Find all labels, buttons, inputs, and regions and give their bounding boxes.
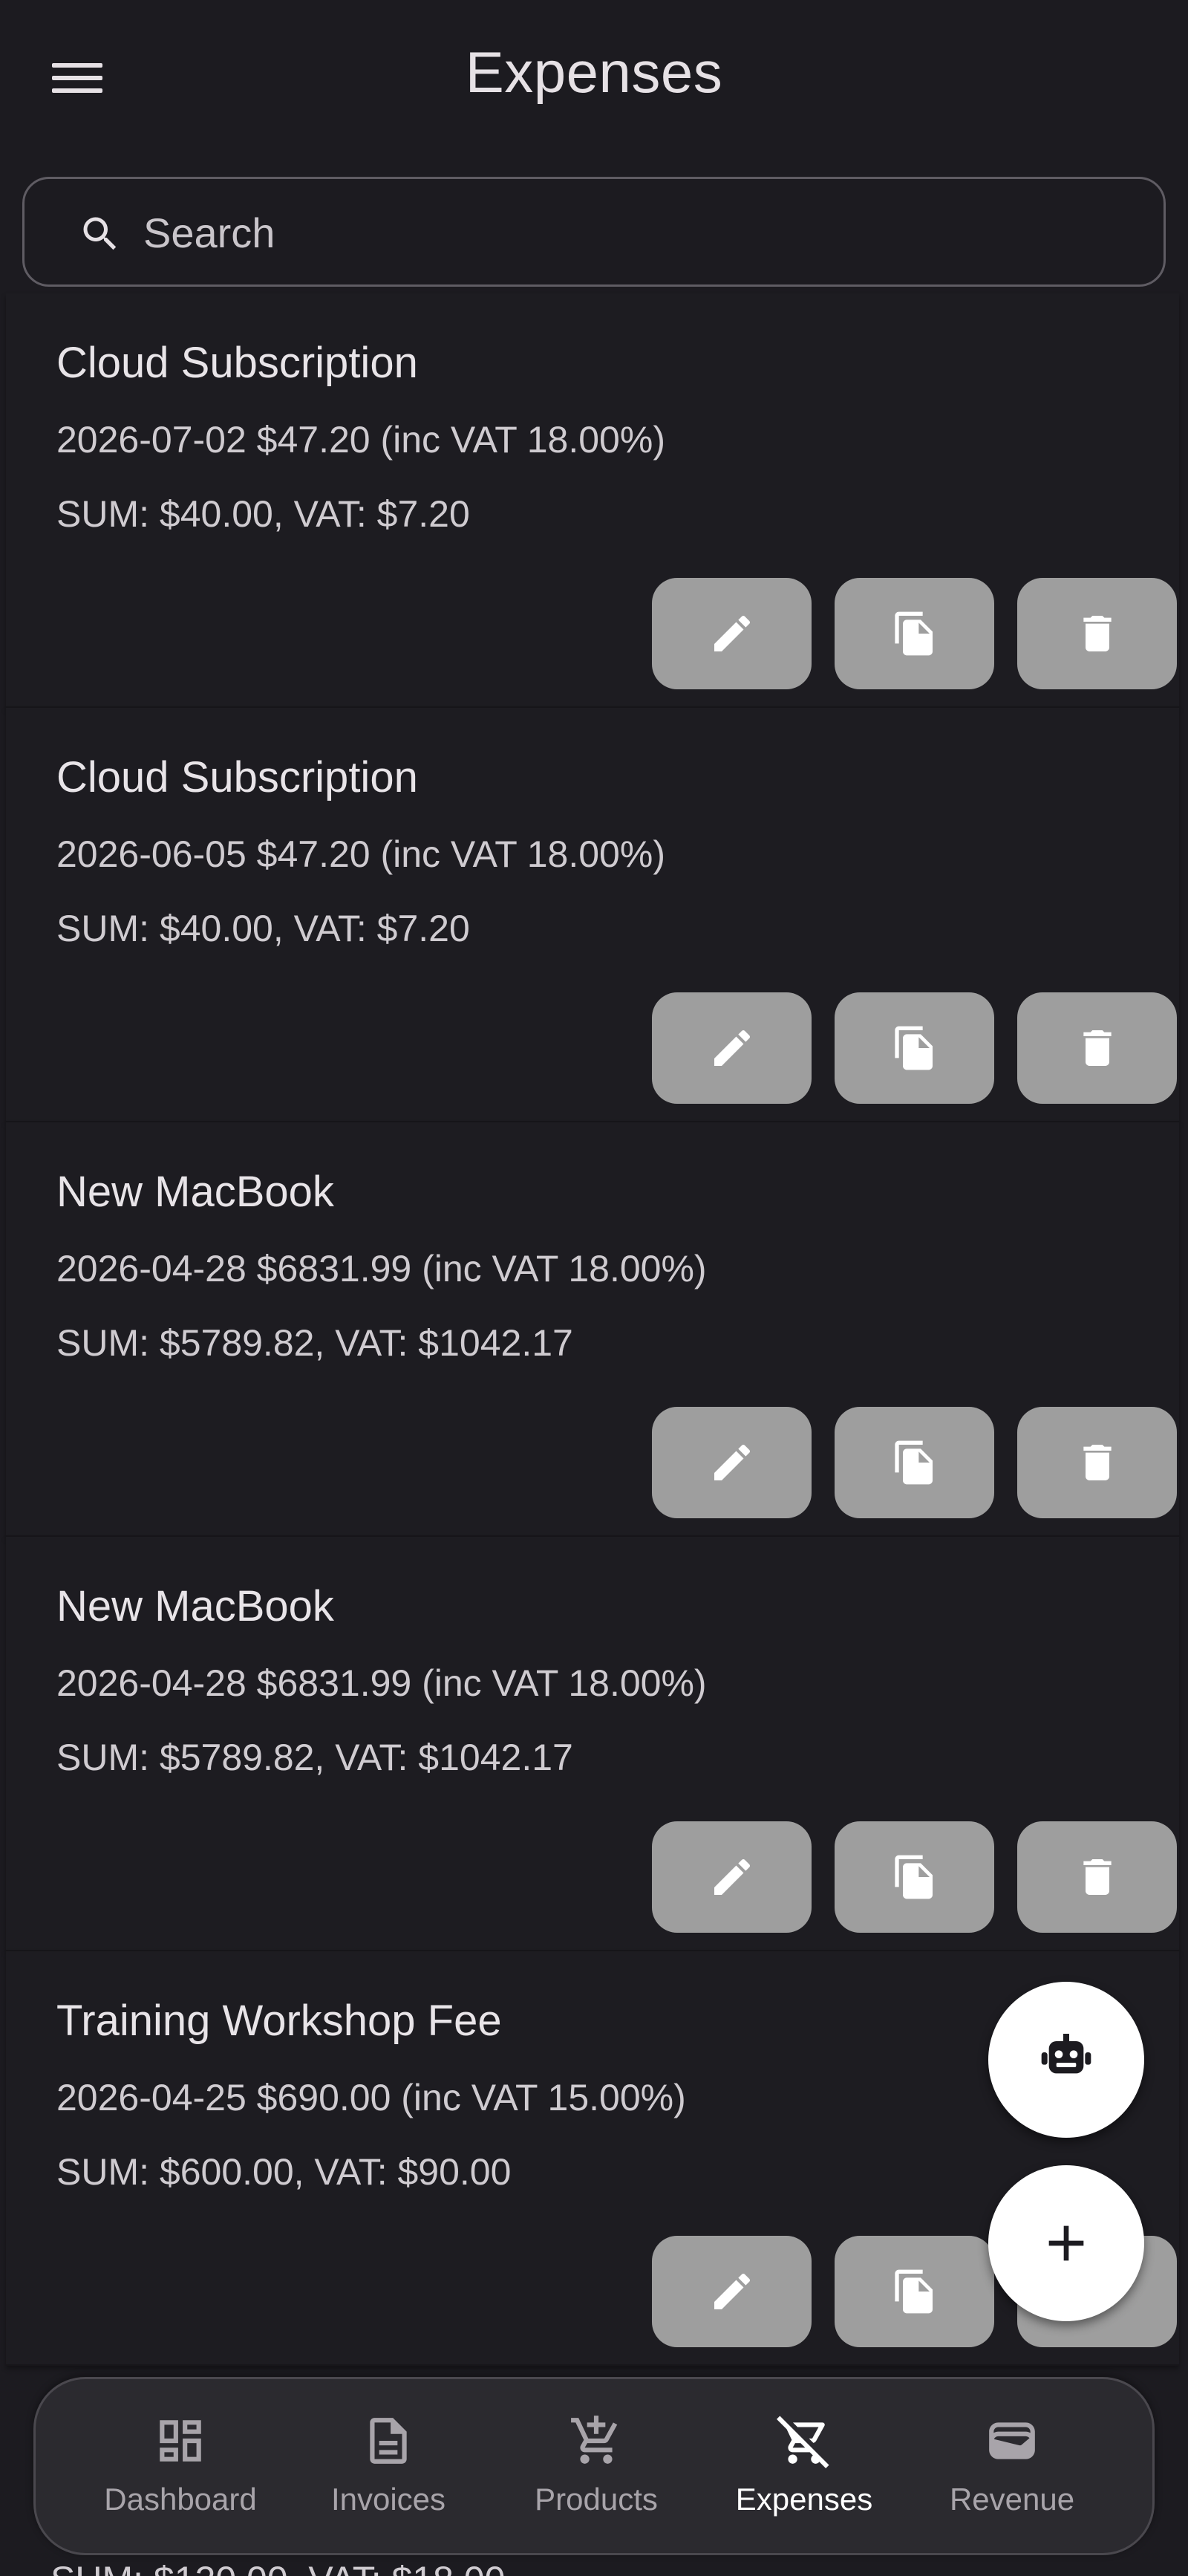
expense-card[interactable]: New MacBook 2026-04-28 $6831.99 (inc VAT… xyxy=(6,1122,1179,1537)
expense-name: Cloud Subscription xyxy=(56,339,418,387)
pencil-icon xyxy=(714,1858,750,1895)
robot-icon xyxy=(1041,2034,1091,2074)
cart-add-icon xyxy=(571,2416,618,2464)
expense-summary: SUM: $5789.82, VAT: $1042.17 xyxy=(56,1737,573,1778)
expense-card[interactable]: New MacBook 2026-04-28 $6831.99 (inc VAT… xyxy=(6,1537,1179,1951)
expense-name: New MacBook xyxy=(56,1582,334,1630)
delete-button[interactable] xyxy=(1017,578,1177,689)
nav-dashboard[interactable]: Dashboard xyxy=(80,2379,281,2557)
expense-name: Cloud Subscription xyxy=(56,753,418,801)
plus-icon xyxy=(1048,2225,1084,2261)
duplicate-button[interactable] xyxy=(835,578,994,689)
assistant-fab[interactable] xyxy=(988,1982,1144,2138)
document-icon xyxy=(370,2418,407,2464)
expense-name: Training Workshop Fee xyxy=(56,1997,502,2045)
delete-button[interactable] xyxy=(1017,992,1177,1104)
copy-icon xyxy=(894,611,933,656)
edit-button[interactable] xyxy=(652,578,812,689)
add-expense-fab[interactable] xyxy=(988,2165,1144,2321)
nav-label: Products xyxy=(535,2482,658,2517)
nav-revenue[interactable]: Revenue xyxy=(912,2379,1112,2557)
expense-card[interactable]: Cloud Subscription 2026-07-02 $47.20 (in… xyxy=(6,293,1179,708)
edit-button[interactable] xyxy=(652,1821,812,1933)
expense-detail: 2026-07-02 $47.20 (inc VAT 18.00%) xyxy=(56,419,665,461)
copy-icon xyxy=(894,2269,933,2314)
trash-icon xyxy=(1083,616,1112,651)
expense-detail: 2026-04-25 $690.00 (inc VAT 15.00%) xyxy=(56,2077,686,2118)
edit-button[interactable] xyxy=(652,1407,812,1518)
expense-summary-partial: SUM: $120.00, VAT: $18.00 xyxy=(50,2561,505,2576)
copy-icon xyxy=(894,1440,933,1485)
nav-label: Invoices xyxy=(330,2482,446,2517)
cart-off-icon xyxy=(777,2416,829,2468)
edit-button[interactable] xyxy=(652,2236,812,2347)
expense-card[interactable]: Cloud Subscription 2026-06-05 $47.20 (in… xyxy=(6,708,1179,1122)
pencil-icon xyxy=(714,2273,750,2309)
duplicate-button[interactable] xyxy=(835,2236,994,2347)
nav-expenses[interactable]: Expenses xyxy=(704,2379,904,2557)
trash-icon xyxy=(1083,1859,1112,1895)
expense-detail: 2026-06-05 $47.20 (inc VAT 18.00%) xyxy=(56,833,665,875)
expense-detail: 2026-04-28 $6831.99 (inc VAT 18.00%) xyxy=(56,1248,707,1289)
pencil-icon xyxy=(714,1030,750,1066)
copy-icon xyxy=(894,1855,933,1899)
expense-summary: SUM: $40.00, VAT: $7.20 xyxy=(56,908,470,949)
duplicate-button[interactable] xyxy=(835,1407,994,1518)
expense-summary: SUM: $600.00, VAT: $90.00 xyxy=(56,2151,512,2193)
duplicate-button[interactable] xyxy=(835,1821,994,1933)
nav-label: Dashboard xyxy=(104,2482,257,2517)
edit-button[interactable] xyxy=(652,992,812,1104)
expense-summary: SUM: $5789.82, VAT: $1042.17 xyxy=(56,1322,573,1364)
search-bar[interactable] xyxy=(22,177,1166,287)
copy-icon xyxy=(894,1026,933,1070)
duplicate-button[interactable] xyxy=(835,992,994,1104)
page-title: Expenses xyxy=(465,39,723,105)
pencil-icon xyxy=(714,1444,750,1480)
delete-button[interactable] xyxy=(1017,1821,1177,1933)
nav-label: Revenue xyxy=(949,2482,1075,2517)
expense-detail: 2026-04-28 $6831.99 (inc VAT 18.00%) xyxy=(56,1662,707,1704)
bottom-navigation: Dashboard Invoices Products Expenses Rev… xyxy=(33,2377,1155,2555)
expense-name: New MacBook xyxy=(56,1168,334,1216)
nav-invoices[interactable]: Invoices xyxy=(288,2379,489,2557)
dashboard-icon xyxy=(160,2420,201,2462)
expense-summary: SUM: $40.00, VAT: $7.20 xyxy=(56,493,470,535)
nav-products[interactable]: Products xyxy=(496,2379,696,2557)
delete-button[interactable] xyxy=(1017,1407,1177,1518)
top-app-bar: Expenses xyxy=(0,0,1188,152)
search-icon xyxy=(83,217,117,250)
wallet-icon xyxy=(989,2422,1035,2459)
search-input[interactable] xyxy=(143,194,1123,272)
trash-icon xyxy=(1083,1030,1112,1066)
trash-icon xyxy=(1083,1445,1112,1480)
pencil-icon xyxy=(714,615,750,651)
nav-label: Expenses xyxy=(735,2482,873,2517)
